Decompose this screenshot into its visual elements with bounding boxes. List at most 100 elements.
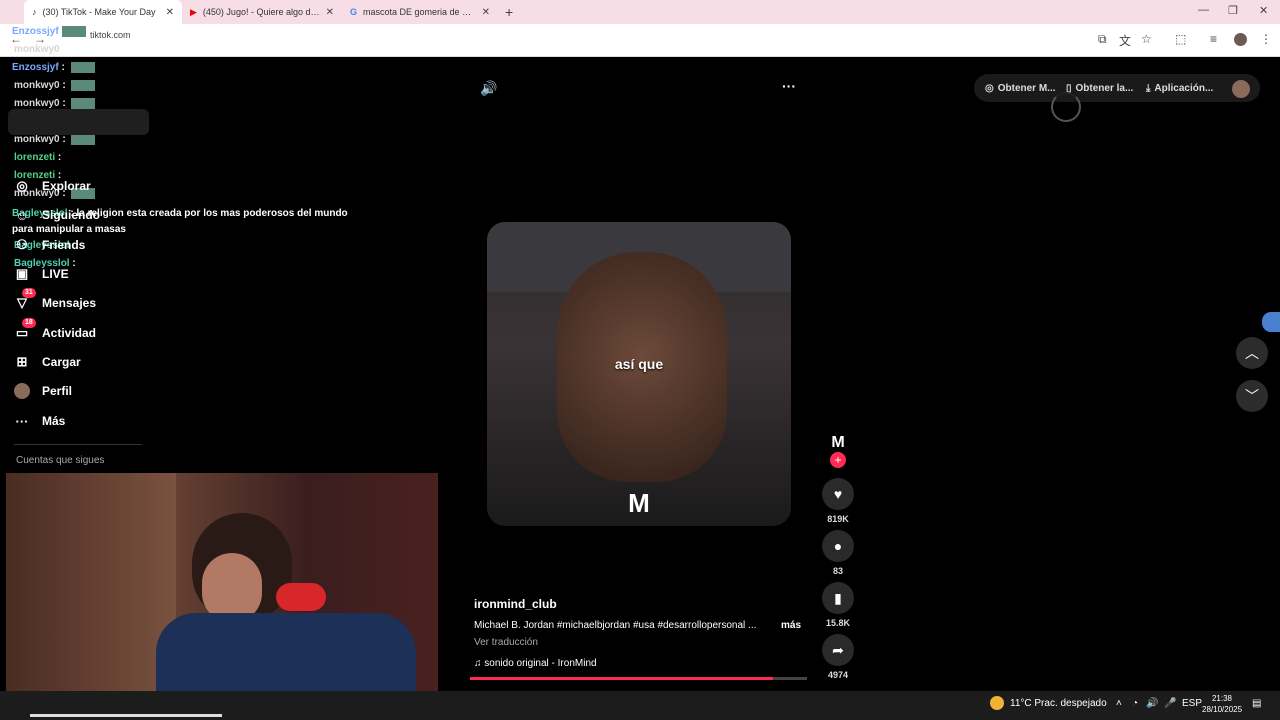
progress-track[interactable] xyxy=(470,677,807,680)
creator-avatar[interactable]: M xyxy=(828,434,848,454)
sidebar-item-explorar[interactable]: ◎ Explorar xyxy=(14,178,90,194)
like-button[interactable]: ♥ xyxy=(822,478,854,510)
close-tab-icon[interactable]: ✕ xyxy=(326,7,334,18)
tab-tiktok[interactable]: ♪ (30) TikTok - Make Your Day ✕ xyxy=(24,0,182,24)
chat-line: monkwy0 : xyxy=(14,98,96,109)
clock[interactable]: 21:38 28/10/2025 xyxy=(1202,693,1242,715)
mic-icon[interactable]: 🎤 xyxy=(1164,698,1176,709)
profile-avatar[interactable] xyxy=(1234,33,1247,46)
chevron-up-tray-icon[interactable]: ˄ xyxy=(1116,698,1122,709)
post-description: Michael B. Jordan #michaelbjordan #usa #… xyxy=(474,620,757,631)
tiktok-icon: ♪ xyxy=(32,7,37,17)
new-tab-icon[interactable]: + xyxy=(505,4,513,20)
video-player[interactable]: así que M xyxy=(487,222,791,526)
following-header: Cuentas que sigues xyxy=(16,455,105,466)
webcam-overlay xyxy=(6,473,438,715)
music-note-icon: ♫ xyxy=(474,658,485,669)
chat-line: Enzossjyf xyxy=(12,26,86,37)
chevron-up-icon: ︿ xyxy=(1245,345,1259,361)
next-video-button[interactable]: ﹀ xyxy=(1236,380,1268,412)
webcam-hand xyxy=(276,583,326,611)
post-author[interactable]: ironmind_club xyxy=(474,597,557,611)
install-icon[interactable]: ⧉ xyxy=(1098,32,1107,47)
close-tab-icon[interactable]: ✕ xyxy=(166,7,174,18)
sidebar-item-perfil[interactable]: Perfil xyxy=(14,383,72,399)
video-watermark: M xyxy=(628,488,650,518)
previous-video-button[interactable]: ︿ xyxy=(1236,337,1268,369)
google-icon: G xyxy=(350,7,358,17)
tab-bar: ♪ (30) TikTok - Make Your Day ✕ ▶ (450) … xyxy=(0,0,1280,24)
tab-google[interactable]: G mascota DE gomeria de autos ✕ xyxy=(342,0,498,24)
save-button[interactable]: ▮ xyxy=(822,582,854,614)
like-count: 819K xyxy=(827,514,849,524)
youtube-icon: ▶ xyxy=(190,6,197,17)
download-icon: ⤓ xyxy=(1146,82,1151,94)
sidebar-item-actividad[interactable]: ▭ 18 Actividad xyxy=(14,318,96,341)
speaker-icon[interactable]: 🔊 xyxy=(1146,698,1158,709)
sidebar-item-live[interactable]: ▣ LIVE xyxy=(14,266,69,282)
avatar-icon xyxy=(14,383,30,399)
close-tab-icon[interactable]: ✕ xyxy=(482,7,490,18)
sidebar-item-siguiendo[interactable]: ☺ Siguiendo xyxy=(14,207,100,223)
network-icon[interactable]: ◔ xyxy=(1132,698,1138,709)
weather-text[interactable]: 11°C Prac. despejado xyxy=(1010,698,1107,709)
tab-title: mascota DE gomeria de autos xyxy=(363,7,476,17)
options-icon[interactable]: ··· xyxy=(782,78,796,94)
get-coins-button[interactable]: ◎ Obtener M... xyxy=(985,76,1056,100)
video-caption: así que xyxy=(614,356,664,372)
chat-line: Enzossjyf : xyxy=(12,62,95,73)
volume-icon[interactable]: 🔊 xyxy=(480,80,497,97)
more-link[interactable]: más xyxy=(781,620,801,631)
sidebar-divider xyxy=(14,444,142,445)
taskbar-active-indicator xyxy=(30,714,222,717)
sidebar-item-mensajes[interactable]: ▽ 31 Mensajes xyxy=(14,288,96,311)
share-icon: ➦ xyxy=(832,641,844,658)
live-icon: ▣ xyxy=(15,266,29,281)
notification-icon[interactable]: ▤ xyxy=(1252,698,1261,709)
comment-button[interactable]: ● xyxy=(822,530,854,562)
comment-icon: ● xyxy=(833,538,843,554)
chat-line: monkwy0 : xyxy=(14,134,96,145)
translate-icon[interactable]: 文 xyxy=(1119,32,1131,49)
close-window-icon[interactable]: ✕ xyxy=(1259,4,1268,17)
follow-plus-icon[interactable]: + xyxy=(830,452,846,468)
menu-icon[interactable]: ⋮ xyxy=(1260,32,1272,46)
user-avatar[interactable] xyxy=(1232,80,1250,98)
activity-badge: 18 xyxy=(22,318,36,328)
progress-fill xyxy=(470,677,774,680)
share-button[interactable]: ➦ xyxy=(822,634,854,666)
tab-title: (30) TikTok - Make Your Day xyxy=(42,7,156,17)
messages-badge: 31 xyxy=(22,288,36,298)
activity-icon: ▭ 18 xyxy=(14,318,36,341)
sidebar-item-cargar[interactable]: ⊞ Cargar xyxy=(14,354,81,370)
heart-icon: ♥ xyxy=(833,486,843,502)
share-count: 4974 xyxy=(827,670,849,680)
address-bar xyxy=(0,24,1280,57)
language-indicator[interactable]: ESP xyxy=(1182,698,1202,709)
chevron-down-icon: ﹀ xyxy=(1245,388,1259,404)
translate-link[interactable]: Ver traducción xyxy=(474,637,538,648)
sidebar-highlight xyxy=(8,109,149,135)
chat-line: lorenzeti : xyxy=(14,152,62,163)
restore-icon[interactable]: ❐ xyxy=(1228,4,1238,17)
desktop-app-button[interactable]: ⤓ Aplicación... xyxy=(1146,76,1213,100)
sidebar-item-mas[interactable]: ··· Más xyxy=(14,413,66,429)
tab-title: (450) Jugo! - Quiere algo de m xyxy=(202,7,320,17)
messages-icon: ▽ 31 xyxy=(14,288,36,311)
sidebar-item-friends[interactable]: ⚇ Friends xyxy=(14,237,85,253)
friends-icon: ⚇ xyxy=(16,237,28,252)
media-icon[interactable]: ≡ xyxy=(1210,32,1217,46)
bookmark-star-icon[interactable]: ☆ xyxy=(1141,32,1152,46)
webcam-door xyxy=(6,473,176,715)
side-mic-icon[interactable] xyxy=(1262,312,1280,332)
tab-youtube[interactable]: ▶ (450) Jugo! - Quiere algo de m ✕ xyxy=(182,0,342,24)
extensions-icon[interactable]: ⬚ xyxy=(1175,32,1186,46)
comment-count: 83 xyxy=(832,566,843,576)
minimize-icon[interactable]: — xyxy=(1198,4,1209,16)
sound-row[interactable]: ♫ sonido original - IronMind xyxy=(474,658,597,669)
weather-icon xyxy=(990,696,1004,710)
chat-line: monkwy0 : xyxy=(14,80,96,91)
url-field[interactable]: tiktok.com xyxy=(90,30,131,40)
bookmark-icon: ▮ xyxy=(834,589,842,606)
more-icon: ··· xyxy=(15,413,29,429)
